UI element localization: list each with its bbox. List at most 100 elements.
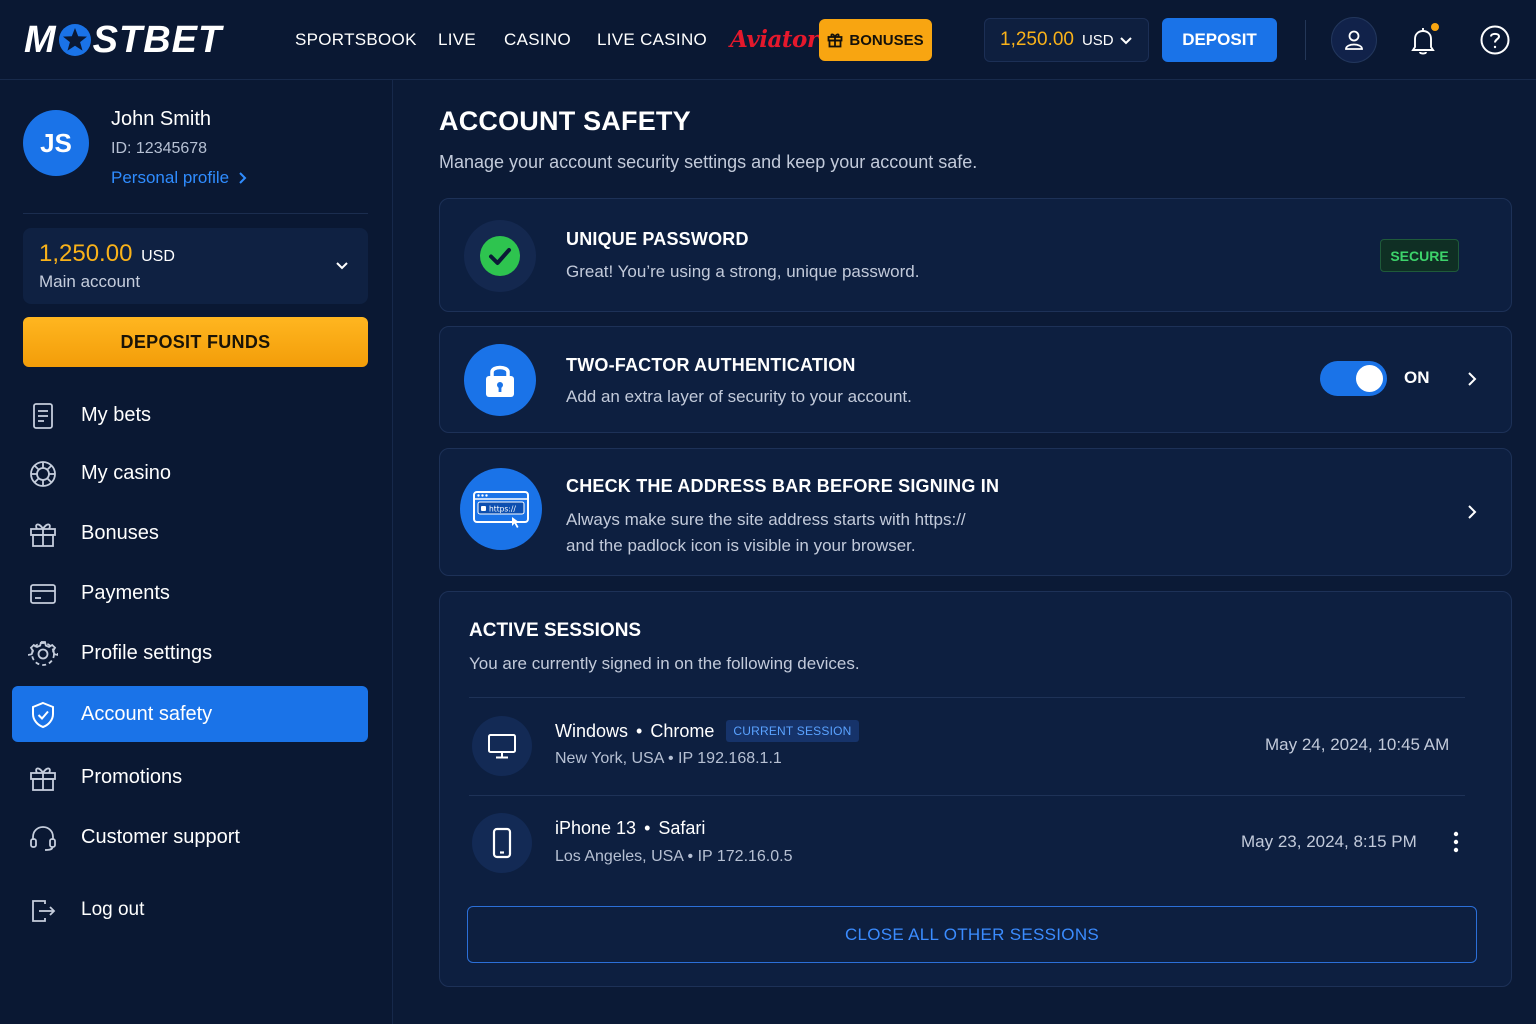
sidebar-item-customer-support[interactable]: Customer support: [12, 809, 368, 865]
close-other-sessions-button[interactable]: CLOSE ALL OTHER SESSIONS: [467, 906, 1477, 963]
gift-icon: [828, 33, 843, 48]
card-description-line2: and the padlock icon is visible in your …: [566, 536, 916, 555]
gift-icon: [30, 767, 56, 791]
logout-icon: [32, 900, 56, 922]
browser-https-badge: https://: [460, 468, 542, 550]
session-device: Windows • Chrome CURRENT SESSION: [555, 720, 859, 742]
divider: [23, 213, 368, 214]
session-time: May 23, 2024, 8:15 PM: [1241, 832, 1417, 851]
phone-icon: [492, 827, 512, 859]
unique-password-card: UNIQUE PASSWORD Great! You’re using a st…: [439, 198, 1512, 312]
separator-dot: •: [667, 750, 678, 767]
card-title: TWO-FACTOR AUTHENTICATION: [566, 355, 856, 375]
account-balance-dropdown[interactable]: 1,250.00 USD Main account: [23, 228, 368, 304]
personal-profile-link[interactable]: Personal profile: [111, 168, 247, 188]
sidebar-item-profile-settings[interactable]: Profile settings: [12, 625, 368, 681]
balance-amount: 1,250.00: [1000, 29, 1074, 50]
page-subtitle: Manage your account security settings an…: [439, 152, 978, 172]
nav-live[interactable]: LIVE: [438, 30, 476, 50]
sidebar-item-bonuses[interactable]: Bonuses: [12, 505, 368, 561]
sidebar-item-log-out[interactable]: Log out: [12, 882, 368, 938]
sidebar-item-label: My casino: [81, 461, 172, 484]
device-name: iPhone 13: [555, 818, 637, 838]
help-button[interactable]: [1477, 22, 1513, 58]
browser-https-icon: https://: [473, 491, 529, 528]
sidebar-item-payments[interactable]: Payments: [12, 565, 368, 621]
chevron-down-icon: [1120, 37, 1132, 45]
chevron-right-icon: [239, 172, 247, 184]
user-id: ID: 12345678: [111, 140, 208, 157]
top-bar: M STBET SPORTSBOOK LIVE CASINO LIVE CASI…: [0, 0, 1536, 80]
desktop-icon: [488, 734, 516, 759]
account-balance: 1,250.00 USD: [39, 240, 175, 268]
card-description-line1: Always make sure the site address starts…: [566, 510, 966, 529]
browser-name: Safari: [658, 818, 706, 838]
sidebar-item-my-casino[interactable]: My casino: [12, 445, 368, 501]
user-name: John Smith: [111, 108, 212, 130]
sidebar-item-promotions[interactable]: Promotions: [12, 749, 368, 805]
sidebar-item-label: Account safety: [81, 702, 213, 725]
address-bar-card[interactable]: https:// CHECK THE ADDRESS BAR BEFORE SI…: [439, 448, 1512, 576]
https-text: https://: [489, 505, 516, 514]
lock-badge: [464, 344, 536, 416]
current-session-badge: CURRENT SESSION: [726, 720, 859, 742]
desktop-badge: [472, 716, 532, 776]
deposit-funds-button[interactable]: DEPOSIT FUNDS: [23, 317, 368, 367]
casino-chip-icon: [30, 461, 56, 487]
nav-casino[interactable]: CASINO: [504, 30, 571, 50]
separator-dot: •: [687, 848, 698, 865]
nav-live-casino[interactable]: LIVE CASINO: [597, 30, 707, 50]
lock-icon: [486, 365, 514, 397]
sidebar-item-label: Log out: [81, 899, 145, 920]
shield-check-icon: [32, 701, 54, 729]
toggle-label: ON: [1404, 368, 1430, 387]
account-label: Main account: [39, 272, 141, 291]
session-time: May 24, 2024, 10:45 AM: [1265, 735, 1450, 754]
nav-sportsbook[interactable]: SPORTSBOOK: [295, 30, 417, 50]
chevron-right-icon[interactable]: [1464, 370, 1480, 388]
two-factor-toggle[interactable]: [1320, 361, 1387, 396]
sidebar-item-label: Profile settings: [81, 641, 213, 664]
avatar[interactable]: JS: [23, 110, 89, 176]
personal-profile-label: Personal profile: [111, 168, 230, 187]
sidebar-item-label: Promotions: [81, 765, 183, 788]
check-circle-badge: [464, 220, 536, 292]
location: New York, USA: [555, 750, 664, 767]
toggle-knob: [1356, 365, 1383, 392]
active-sessions-card: ACTIVE SESSIONS You are currently signed…: [439, 591, 1512, 987]
user-profile-button[interactable]: [1331, 17, 1377, 63]
card-title: CHECK THE ADDRESS BAR BEFORE SIGNING IN: [566, 476, 1000, 496]
sidebar-item-label: Payments: [81, 581, 170, 604]
receipt-icon: [33, 403, 53, 429]
sidebar-item-label: Bonuses: [81, 521, 159, 544]
balance-currency: USD: [1081, 31, 1114, 49]
separator-dot: •: [636, 720, 643, 741]
chevron-right-icon[interactable]: [1464, 503, 1480, 521]
notification-dot: [1431, 23, 1439, 31]
gear-icon: [28, 641, 58, 666]
deposit-button[interactable]: DEPOSIT: [1162, 18, 1277, 62]
device-name: Windows: [555, 720, 629, 741]
star-icon: [58, 24, 91, 56]
sidebar: JS John Smith ID: 12345678 Personal prof…: [0, 80, 393, 1024]
check-circle-icon: [480, 236, 520, 276]
sessions-title: ACTIVE SESSIONS: [469, 620, 642, 641]
bonuses-button[interactable]: BONUSES: [819, 19, 932, 61]
card-description: Add an extra layer of security to your a…: [566, 387, 912, 406]
sidebar-item-label: My bets: [81, 403, 152, 426]
gift-icon: [30, 523, 56, 547]
headset-icon: [30, 826, 56, 851]
balance-dropdown[interactable]: 1,250.00 USD: [984, 18, 1149, 62]
location: Los Angeles, USA: [555, 848, 684, 865]
sidebar-item-my-bets[interactable]: My bets: [12, 387, 368, 443]
chevron-down-icon: [336, 262, 348, 270]
two-factor-card[interactable]: TWO-FACTOR AUTHENTICATION Add an extra l…: [439, 326, 1512, 433]
sidebar-item-account-safety[interactable]: Account safety: [12, 686, 368, 742]
mostbet-logo[interactable]: M STBET: [24, 20, 222, 60]
more-options-icon[interactable]: [1452, 830, 1460, 854]
user-icon: [1345, 30, 1363, 50]
card-title: UNIQUE PASSWORD: [566, 229, 749, 249]
nav-aviator[interactable]: Aviator: [730, 26, 819, 53]
divider: [469, 697, 1465, 698]
phone-badge: [472, 813, 532, 873]
